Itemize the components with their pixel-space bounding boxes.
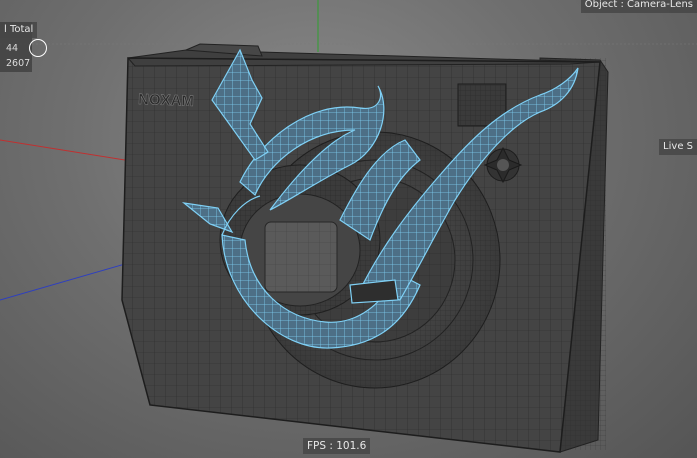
object-name-label: Object : Camera-Lens (580, 0, 697, 13)
pivot-handle[interactable] (29, 39, 47, 57)
fps-counter: FPS : 101.6 (303, 438, 371, 454)
3d-viewport[interactable]: NOXAM 44 2607 l Total Object : Camera-Le (0, 0, 697, 458)
live-selection-label: Live S (659, 139, 697, 155)
brand-logo-text: NOXAM (138, 91, 194, 110)
stats-title: l Total (0, 22, 38, 38)
stat-value: 2607 (6, 58, 31, 69)
viewport-canvas[interactable]: NOXAM (0, 0, 697, 458)
stat-value: 44 (6, 43, 19, 54)
